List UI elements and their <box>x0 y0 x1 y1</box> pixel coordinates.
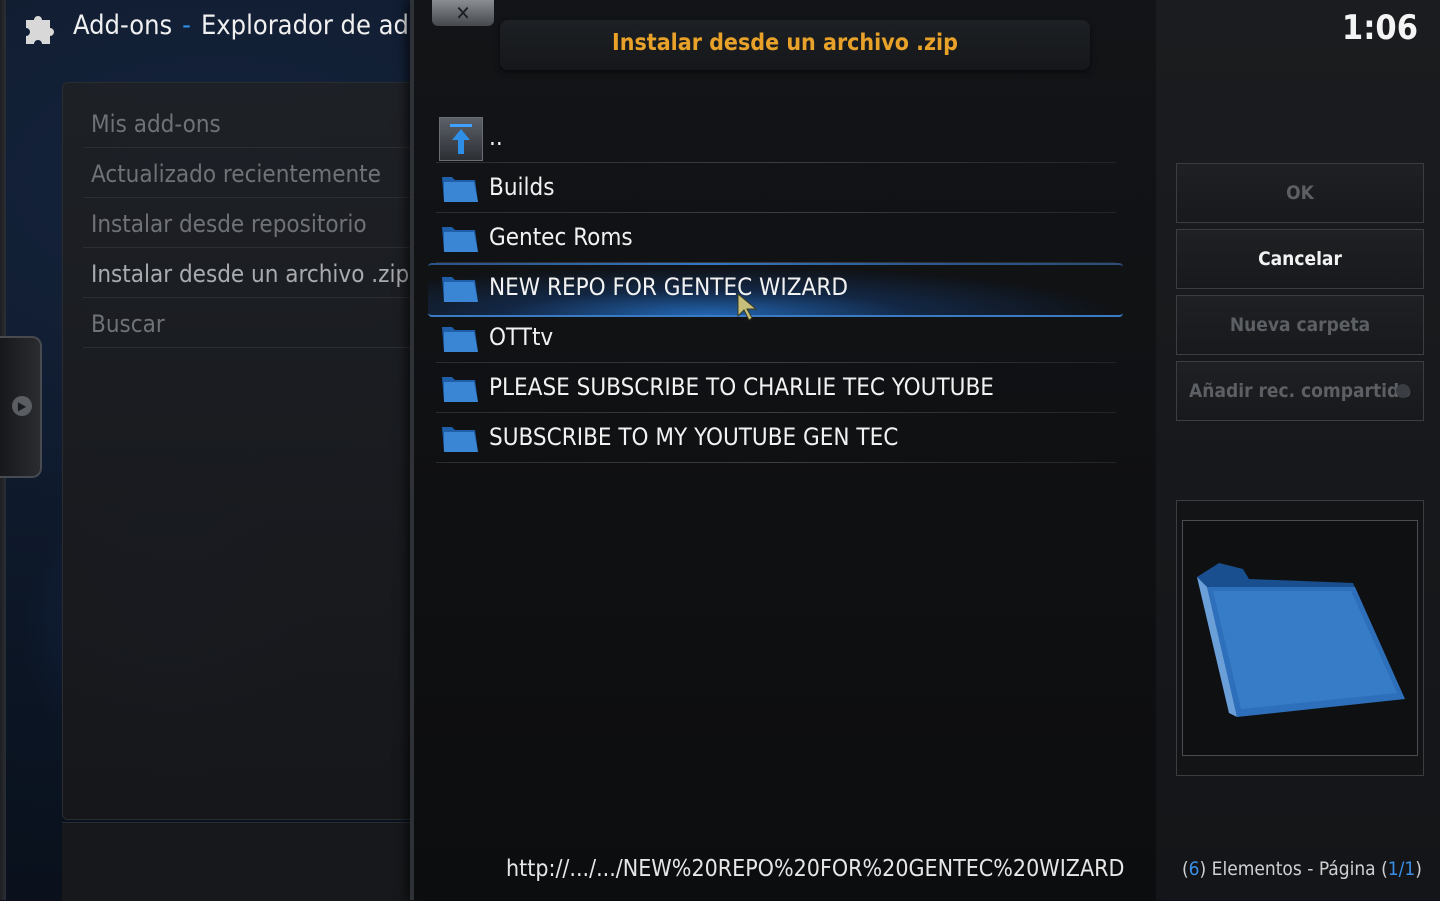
page-indicator: 1/1 <box>1387 858 1416 880</box>
toggle-indicator <box>1396 384 1410 398</box>
file-label: OTTtv <box>489 323 554 351</box>
menu-item-actualizado[interactable]: Actualizado recientemente <box>91 160 381 188</box>
ok-button[interactable]: OK <box>1176 163 1424 223</box>
file-label: Gentec Roms <box>489 223 633 251</box>
menu-divider <box>83 197 413 198</box>
file-row-otttv[interactable]: OTTtv <box>436 313 1116 363</box>
menu-panel-footer <box>62 822 422 901</box>
folder-icon <box>442 327 478 352</box>
file-row-gentec-roms[interactable]: Gentec Roms <box>436 213 1116 263</box>
cancel-button[interactable]: Cancelar <box>1176 229 1424 289</box>
add-share-button[interactable]: Añadir rec. compartido <box>1176 361 1424 421</box>
menu-divider <box>83 247 413 248</box>
file-row-builds[interactable]: Builds <box>436 163 1116 213</box>
menu-item-buscar[interactable]: Buscar <box>91 310 165 338</box>
file-row-parent[interactable]: .. <box>436 113 1116 163</box>
menu-item-mis-addons[interactable]: Mis add-ons <box>91 110 221 138</box>
dialog-title: Instalar desde un archivo .zip <box>612 30 958 56</box>
file-row-please-subscribe[interactable]: PLEASE SUBSCRIBE TO CHARLIE TEC YOUTUBE <box>436 363 1116 413</box>
header-section: Add-ons <box>73 10 173 41</box>
chevron-right-icon: ▶ <box>12 396 32 416</box>
header-title: Add-ons-Explorador de add-ons <box>73 10 420 41</box>
file-label: .. <box>489 123 503 151</box>
header: Add-ons-Explorador de add-ons <box>0 0 420 56</box>
preview-thumbnail <box>1182 520 1418 756</box>
header-subtitle: Explorador de add-ons <box>200 10 420 41</box>
clock: 1:06 <box>1341 8 1418 48</box>
puzzle-icon <box>26 16 54 44</box>
mouse-cursor-icon <box>737 292 758 321</box>
arrow-up-icon <box>450 124 472 154</box>
menu-divider <box>83 347 413 348</box>
menu-item-instalar-repositorio[interactable]: Instalar desde repositorio <box>91 210 367 238</box>
folder-icon <box>442 177 478 202</box>
file-row-subscribe-gen-tec[interactable]: SUBSCRIBE TO MY YOUTUBE GEN TEC <box>436 413 1116 463</box>
file-label: SUBSCRIBE TO MY YOUTUBE GEN TEC <box>489 423 899 451</box>
file-label: NEW REPO FOR GENTEC WIZARD <box>489 273 848 301</box>
new-folder-button[interactable]: Nueva carpeta <box>1176 295 1424 355</box>
status-bar: (6) Elementos - Página (1/1) <box>1182 858 1422 880</box>
header-separator: - <box>182 10 191 41</box>
file-label: PLEASE SUBSCRIBE TO CHARLIE TEC YOUTUBE <box>489 373 994 401</box>
file-label: Builds <box>489 173 555 201</box>
folder-icon <box>442 277 478 302</box>
menu-panel: Mis add-ons Actualizado recientemente In… <box>62 82 424 820</box>
elements-label: Elementos - Página <box>1211 858 1376 880</box>
menu-divider <box>83 147 413 148</box>
menu-divider <box>83 297 413 298</box>
menu-item-instalar-zip[interactable]: Instalar desde un archivo .zip <box>91 260 409 288</box>
file-row-new-repo[interactable]: NEW REPO FOR GENTEC WIZARD <box>428 263 1123 317</box>
item-count: 6 <box>1188 858 1200 880</box>
large-folder-icon <box>1197 563 1405 717</box>
parent-folder-icon <box>439 117 483 161</box>
close-button[interactable]: ✕ <box>432 0 494 26</box>
side-menu-tab[interactable]: ▶ <box>0 336 42 478</box>
folder-icon <box>442 427 478 452</box>
row-divider <box>436 462 1116 463</box>
folder-icon <box>442 227 478 252</box>
current-path: http://.../.../NEW%20REPO%20FOR%20GENTEC… <box>506 856 1125 882</box>
folder-icon <box>442 377 478 402</box>
